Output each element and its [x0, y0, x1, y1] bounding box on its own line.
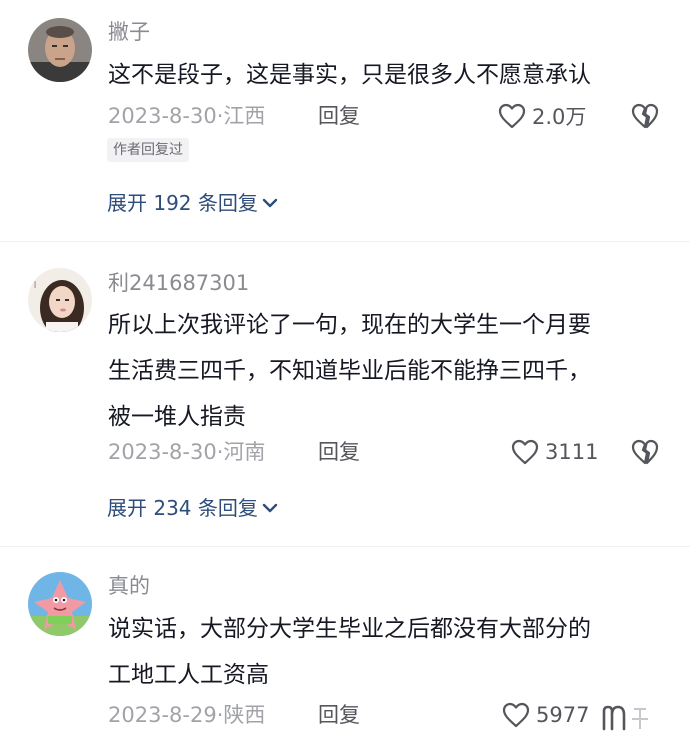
comment-meta: 2023-8-29·陕西 [108, 701, 265, 729]
avatar-photo-3 [28, 572, 92, 636]
comment-text: 所以上次我评论了一句，现在的大学生一个月要 生活费三四千，不知道毕业后能不能挣三… [108, 302, 668, 440]
reply-button[interactable]: 回复 [318, 438, 360, 466]
comment-line: 被一堆人指责 [108, 404, 246, 430]
comment-text: 这不是段子，这是事实，只是很多人不愿意承认 [108, 52, 668, 98]
broken-heart-icon [631, 439, 659, 465]
comment-region: 河南 [223, 440, 266, 464]
like-count: 2.0万 [532, 105, 587, 129]
expand-replies-button[interactable]: 展开 192 条回复 [107, 189, 278, 217]
watermark-logo-icon [602, 705, 648, 731]
chevron-down-icon [262, 198, 278, 208]
comment-line: 所以上次我评论了一句，现在的大学生一个月要 [108, 312, 591, 338]
username[interactable]: 真的 [108, 572, 150, 600]
like-button[interactable]: 5977 [502, 701, 589, 729]
reply-button[interactable]: 回复 [318, 701, 360, 729]
watermark-overlay [598, 698, 690, 738]
like-button[interactable]: 2.0万 [498, 102, 586, 130]
avatar-photo-2: ꟾ [28, 268, 92, 332]
like-button[interactable]: 3111 [511, 438, 598, 466]
divider [0, 546, 690, 547]
heart-outline-icon [498, 103, 526, 129]
avatar[interactable] [28, 572, 92, 636]
comment-region: 陕西 [223, 703, 266, 727]
svg-text:ꟾ: ꟾ [34, 281, 36, 290]
like-count: 5977 [536, 703, 590, 727]
username[interactable]: 撇子 [108, 18, 150, 46]
username[interactable]: 利241687301 [108, 269, 249, 297]
heart-outline-icon [502, 702, 530, 728]
comment-line: 说实话，大部分大学生毕业之后都没有大部分的 [108, 616, 591, 642]
heart-outline-icon [511, 439, 539, 465]
dislike-button[interactable] [630, 438, 660, 466]
expand-replies-label: 展开 192 条回复 [107, 191, 258, 215]
comment-line: 生活费三四千，不知道毕业后能不能挣三四千， [108, 358, 591, 384]
comment-date: 2023-8-30 [108, 440, 217, 464]
dislike-button[interactable] [630, 102, 660, 130]
comment-text: 说实话，大部分大学生毕业之后都没有大部分的 工地工人工资高 [108, 606, 668, 698]
divider [0, 241, 690, 242]
expand-replies-button[interactable]: 展开 234 条回复 [107, 494, 278, 522]
author-replied-badge: 作者回复过 [107, 138, 189, 162]
reply-button[interactable]: 回复 [318, 102, 360, 130]
broken-heart-icon [631, 103, 659, 129]
expand-replies-label: 展开 234 条回复 [107, 496, 258, 520]
comment-region: 江西 [223, 104, 266, 128]
comment-meta: 2023-8-30·河南 [108, 438, 265, 466]
avatar-photo-1 [28, 18, 92, 82]
comment-date: 2023-8-30 [108, 104, 217, 128]
avatar[interactable]: ꟾ [28, 268, 92, 332]
avatar[interactable] [28, 18, 92, 82]
comment-date: 2023-8-29 [108, 703, 217, 727]
like-count: 3111 [545, 440, 599, 464]
chevron-down-icon [262, 503, 278, 513]
comment-meta: 2023-8-30·江西 [108, 102, 265, 130]
comment-line: 工地工人工资高 [108, 662, 269, 688]
comment-line: 这不是段子，这是事实，只是很多人不愿意承认 [108, 62, 591, 88]
